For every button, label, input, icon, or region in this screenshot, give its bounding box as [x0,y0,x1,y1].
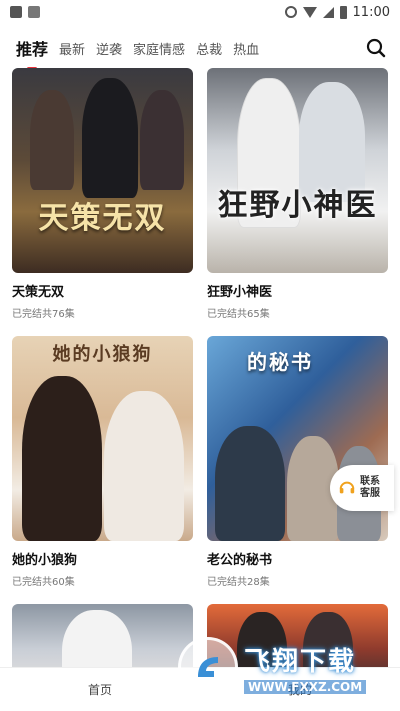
tab-recommend[interactable]: 推荐 [16,36,49,70]
drama-title: 她的小狼狗 [12,553,78,568]
drama-card[interactable]: 她的小狼狗 她的小狼狗 已完结共60集 [12,336,193,588]
watermark-url: WWW.FXXZ.COM [244,679,367,694]
drama-grid: 天策无双 天策无双 已完结共76集 狂野小神医 狂野小神医 已完结共65集 她的… [12,68,388,694]
drama-poster[interactable]: 她的小狼狗 [12,336,193,541]
drama-title: 狂野小神医 [207,285,273,300]
drama-card[interactable]: 狂野小神医 狂野小神医 已完结共65集 [207,68,388,320]
watermark-logo-icon [178,637,238,697]
status-right: 11:00 [284,4,390,20]
app-screen: 11:00 推荐 最新 逆袭 家庭情感 总裁 热血 天策无双 天策无双 已完结共… [0,0,400,711]
nav-label: 首页 [87,683,112,697]
tab-label: 热血 [233,42,260,58]
drama-episodes: 已完结共60集 [12,577,75,588]
drama-episodes: 已完结共65集 [207,309,270,320]
drama-card[interactable]: 天策无双 天策无双 已完结共76集 [12,68,193,320]
search-icon[interactable] [366,38,386,58]
tab-ceo[interactable]: 总裁 [196,39,222,58]
tab-family[interactable]: 家庭情感 [133,39,185,58]
watermark-text: 飞翔下载 WWW.FXXZ.COM [244,641,367,694]
wifi-icon [302,6,317,18]
do-not-disturb-icon [284,6,297,18]
tab-label: 最新 [59,42,86,58]
tab-label: 推荐 [16,40,49,59]
poster-title-art: 天策无双 [38,201,167,236]
tab-hot-blood[interactable]: 热血 [233,39,259,58]
tab-latest[interactable]: 最新 [59,39,85,58]
status-bar: 11:00 [0,0,400,24]
drama-poster[interactable]: 狂野小神医 [207,68,388,273]
tab-comeback[interactable]: 逆袭 [96,39,122,58]
watermark-brand: 飞翔下载 [244,646,357,677]
image-icon [28,6,40,18]
poster-title-art: 她的小狼狗 [52,344,153,365]
tab-label: 总裁 [196,42,223,58]
notification-icon [10,6,22,18]
drama-title: 天策无双 [12,285,65,300]
poster-title-art: 狂野小神医 [217,188,378,223]
headset-icon [339,481,355,494]
drama-episodes: 已完结共28集 [207,577,270,588]
drama-poster[interactable]: 天策无双 [12,68,193,273]
watermark: 飞翔下载 WWW.FXXZ.COM [178,632,388,702]
status-time: 11:00 [352,4,390,20]
poster-title-art: 的秘书 [247,350,313,374]
drama-episodes: 已完结共76集 [12,309,75,320]
drama-title: 老公的秘书 [207,553,273,568]
category-tabs: 推荐 最新 逆袭 家庭情感 总裁 热血 [0,28,400,70]
tab-label: 逆袭 [96,42,123,58]
customer-service-button[interactable]: 联系客服 [330,465,394,511]
status-left [10,6,40,18]
customer-service-label: 联系客服 [360,476,380,499]
signal-icon [322,6,334,18]
nav-home[interactable]: 首页 [0,668,200,711]
tab-label: 家庭情感 [133,42,186,58]
battery-icon [339,5,347,19]
drama-card[interactable]: 的秘书 老公的秘书 已完结共28集 [207,336,388,588]
